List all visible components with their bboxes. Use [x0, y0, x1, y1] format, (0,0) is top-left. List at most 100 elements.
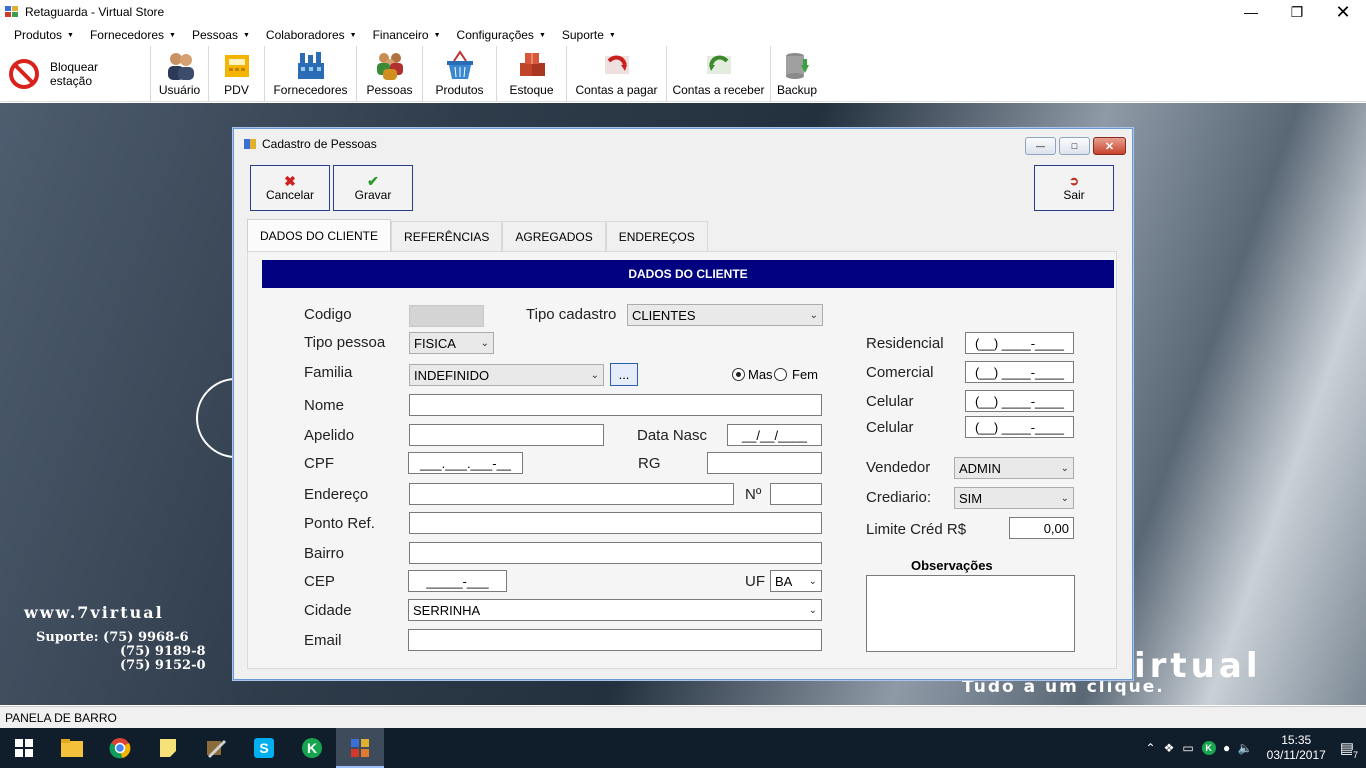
uf-select[interactable]: BA ⌄ [770, 570, 822, 592]
observacoes-textarea[interactable] [866, 575, 1075, 652]
dialog-minimize-button[interactable]: — [1025, 137, 1056, 155]
taskbar-explorer[interactable] [48, 728, 96, 768]
cidade-select[interactable]: SERRINHA ⌄ [408, 599, 822, 621]
tab-referencias[interactable]: REFERÊNCIAS [391, 221, 503, 251]
apelido-input[interactable] [409, 424, 604, 446]
cep-input[interactable]: _____-___ [408, 570, 507, 592]
toolbar-produtos[interactable]: Produtos [423, 46, 497, 101]
rg-input[interactable] [707, 452, 822, 474]
ponto-ref-input[interactable] [409, 512, 822, 534]
cidade-label: Cidade [304, 602, 352, 619]
cpf-input[interactable]: ___.___.___-__ [408, 452, 523, 474]
toolbar-contas-pagar[interactable]: Contas a pagar [567, 46, 667, 101]
notification-center-icon[interactable]: ▤ 7 [1340, 739, 1359, 760]
k-app-icon: K [302, 738, 322, 758]
vendedor-select[interactable]: ADMIN ⌄ [954, 457, 1074, 479]
app-title-bar: Retaguarda - Virtual Store — ❐ ✕ [0, 0, 1366, 24]
chevron-down-icon: ▼ [433, 31, 441, 39]
familia-label: Familia [304, 364, 353, 381]
sticky-note-icon [160, 739, 176, 757]
codigo-label: Codigo [304, 306, 352, 323]
taskbar-chrome[interactable] [96, 728, 144, 768]
comercial-phone-input[interactable]: (__) ____-____ [965, 361, 1074, 383]
volume-icon[interactable]: 🔈 [1238, 741, 1253, 755]
chevron-down-icon: ▼ [349, 31, 357, 39]
toolbar-pdv[interactable]: PDV [209, 46, 265, 101]
tipo-pessoa-label: Tipo pessoa [304, 334, 386, 351]
database-backup-icon [781, 49, 813, 81]
menu-produtos[interactable]: Produtos ▼ [6, 28, 82, 42]
prohibited-icon [8, 58, 40, 90]
residencial-phone-input[interactable]: (__) ____-____ [965, 332, 1074, 354]
window-title: Retaguarda - Virtual Store [25, 5, 165, 19]
menu-pessoas[interactable]: Pessoas ▼ [184, 28, 258, 42]
vendedor-label: Vendedor [866, 459, 931, 476]
pay-bills-icon [601, 49, 633, 81]
dialog-maximize-button[interactable]: □ [1059, 137, 1090, 155]
status-bar: PANELA DE BARRO [0, 706, 1366, 728]
sex-male-radio[interactable]: Mas [732, 367, 773, 382]
close-button[interactable]: ✕ [1320, 0, 1366, 24]
crediario-select[interactable]: SIM ⌄ [954, 487, 1074, 509]
menu-financeiro[interactable]: Financeiro ▼ [365, 28, 449, 42]
toolbar-usuario[interactable]: Usuário [151, 46, 209, 101]
app-icon [5, 6, 19, 18]
save-button[interactable]: ✔ Gravar [333, 165, 413, 211]
exit-button[interactable]: ➲ Sair [1034, 165, 1114, 211]
toolbar-pessoas[interactable]: Pessoas [357, 46, 423, 101]
support-line: (75) 9189-8 [120, 644, 206, 659]
chevron-up-icon[interactable]: ⌃ [1146, 741, 1156, 755]
lock-station-button[interactable]: Bloquear estação [0, 46, 151, 101]
radio-empty-icon [774, 368, 787, 381]
taskbar-tools[interactable] [192, 728, 240, 768]
clock[interactable]: 15:35 03/11/2017 [1267, 733, 1326, 763]
menu-configuracoes[interactable]: Configurações ▼ [449, 28, 554, 42]
menu-suporte[interactable]: Suporte ▼ [554, 28, 624, 42]
dropbox-icon[interactable]: ❖ [1164, 741, 1175, 755]
celular-phone-input[interactable]: (__) ____-____ [965, 390, 1074, 412]
endereco-input[interactable] [409, 483, 734, 505]
email-input[interactable] [408, 629, 822, 651]
bairro-input[interactable] [409, 542, 822, 564]
taskbar-sticky-notes[interactable] [144, 728, 192, 768]
residencial-label: Residencial [866, 335, 944, 352]
tipo-cadastro-select[interactable]: CLIENTES ⌄ [627, 304, 823, 326]
limite-credito-input[interactable]: 0,00 [1009, 517, 1074, 539]
wifi-icon[interactable]: ⦁ [1224, 741, 1230, 756]
chevron-down-icon: ⌄ [1060, 492, 1069, 504]
toolbar-contas-receber[interactable]: Contas a receber [667, 46, 771, 101]
k-tray-icon[interactable]: K [1201, 741, 1216, 755]
familia-lookup-button[interactable]: ... [610, 363, 638, 386]
uf-label: UF [745, 573, 765, 590]
tab-enderecos[interactable]: ENDEREÇOS [605, 221, 708, 251]
data-nasc-input[interactable]: __/__/____ [727, 424, 822, 446]
taskbar-virtual-store[interactable] [336, 728, 384, 768]
toolbar-fornecedores[interactable]: Fornecedores [265, 46, 357, 101]
chevron-down-icon: ▼ [242, 31, 250, 39]
bairro-label: Bairro [304, 545, 345, 562]
menu-colaboradores[interactable]: Colaboradores ▼ [258, 28, 365, 42]
clock-time: 15:35 [1281, 733, 1312, 747]
dialog-close-button[interactable]: ✕ [1093, 137, 1126, 155]
taskbar-k-app[interactable]: K [288, 728, 336, 768]
toolbar-estoque[interactable]: Estoque [497, 46, 567, 101]
battery-icon[interactable]: ▭ [1182, 741, 1193, 755]
tipo-pessoa-select[interactable]: FISICA ⌄ [409, 332, 494, 354]
celular2-phone-input[interactable]: (__) ____-____ [965, 416, 1074, 438]
numero-input[interactable] [770, 483, 822, 505]
menu-fornecedores[interactable]: Fornecedores ▼ [82, 28, 184, 42]
data-nasc-label: Data Nasc [637, 427, 708, 444]
chevron-down-icon: ⌄ [590, 369, 599, 381]
chevron-down-icon: ⌄ [808, 604, 817, 616]
nome-input[interactable] [409, 394, 822, 416]
sex-female-radio[interactable]: Fem [774, 367, 818, 382]
cancel-button[interactable]: ✖ Cancelar [250, 165, 330, 211]
familia-select[interactable]: INDEFINIDO ⌄ [409, 364, 604, 386]
tab-agregados[interactable]: AGREGADOS [502, 221, 606, 251]
tab-dados-cliente[interactable]: DADOS DO CLIENTE [247, 219, 392, 251]
start-button[interactable] [0, 728, 48, 768]
maximize-button[interactable]: ❐ [1274, 0, 1320, 24]
toolbar-backup[interactable]: Backup [771, 46, 823, 101]
taskbar-skype[interactable]: S [240, 728, 288, 768]
minimize-button[interactable]: — [1228, 0, 1274, 24]
